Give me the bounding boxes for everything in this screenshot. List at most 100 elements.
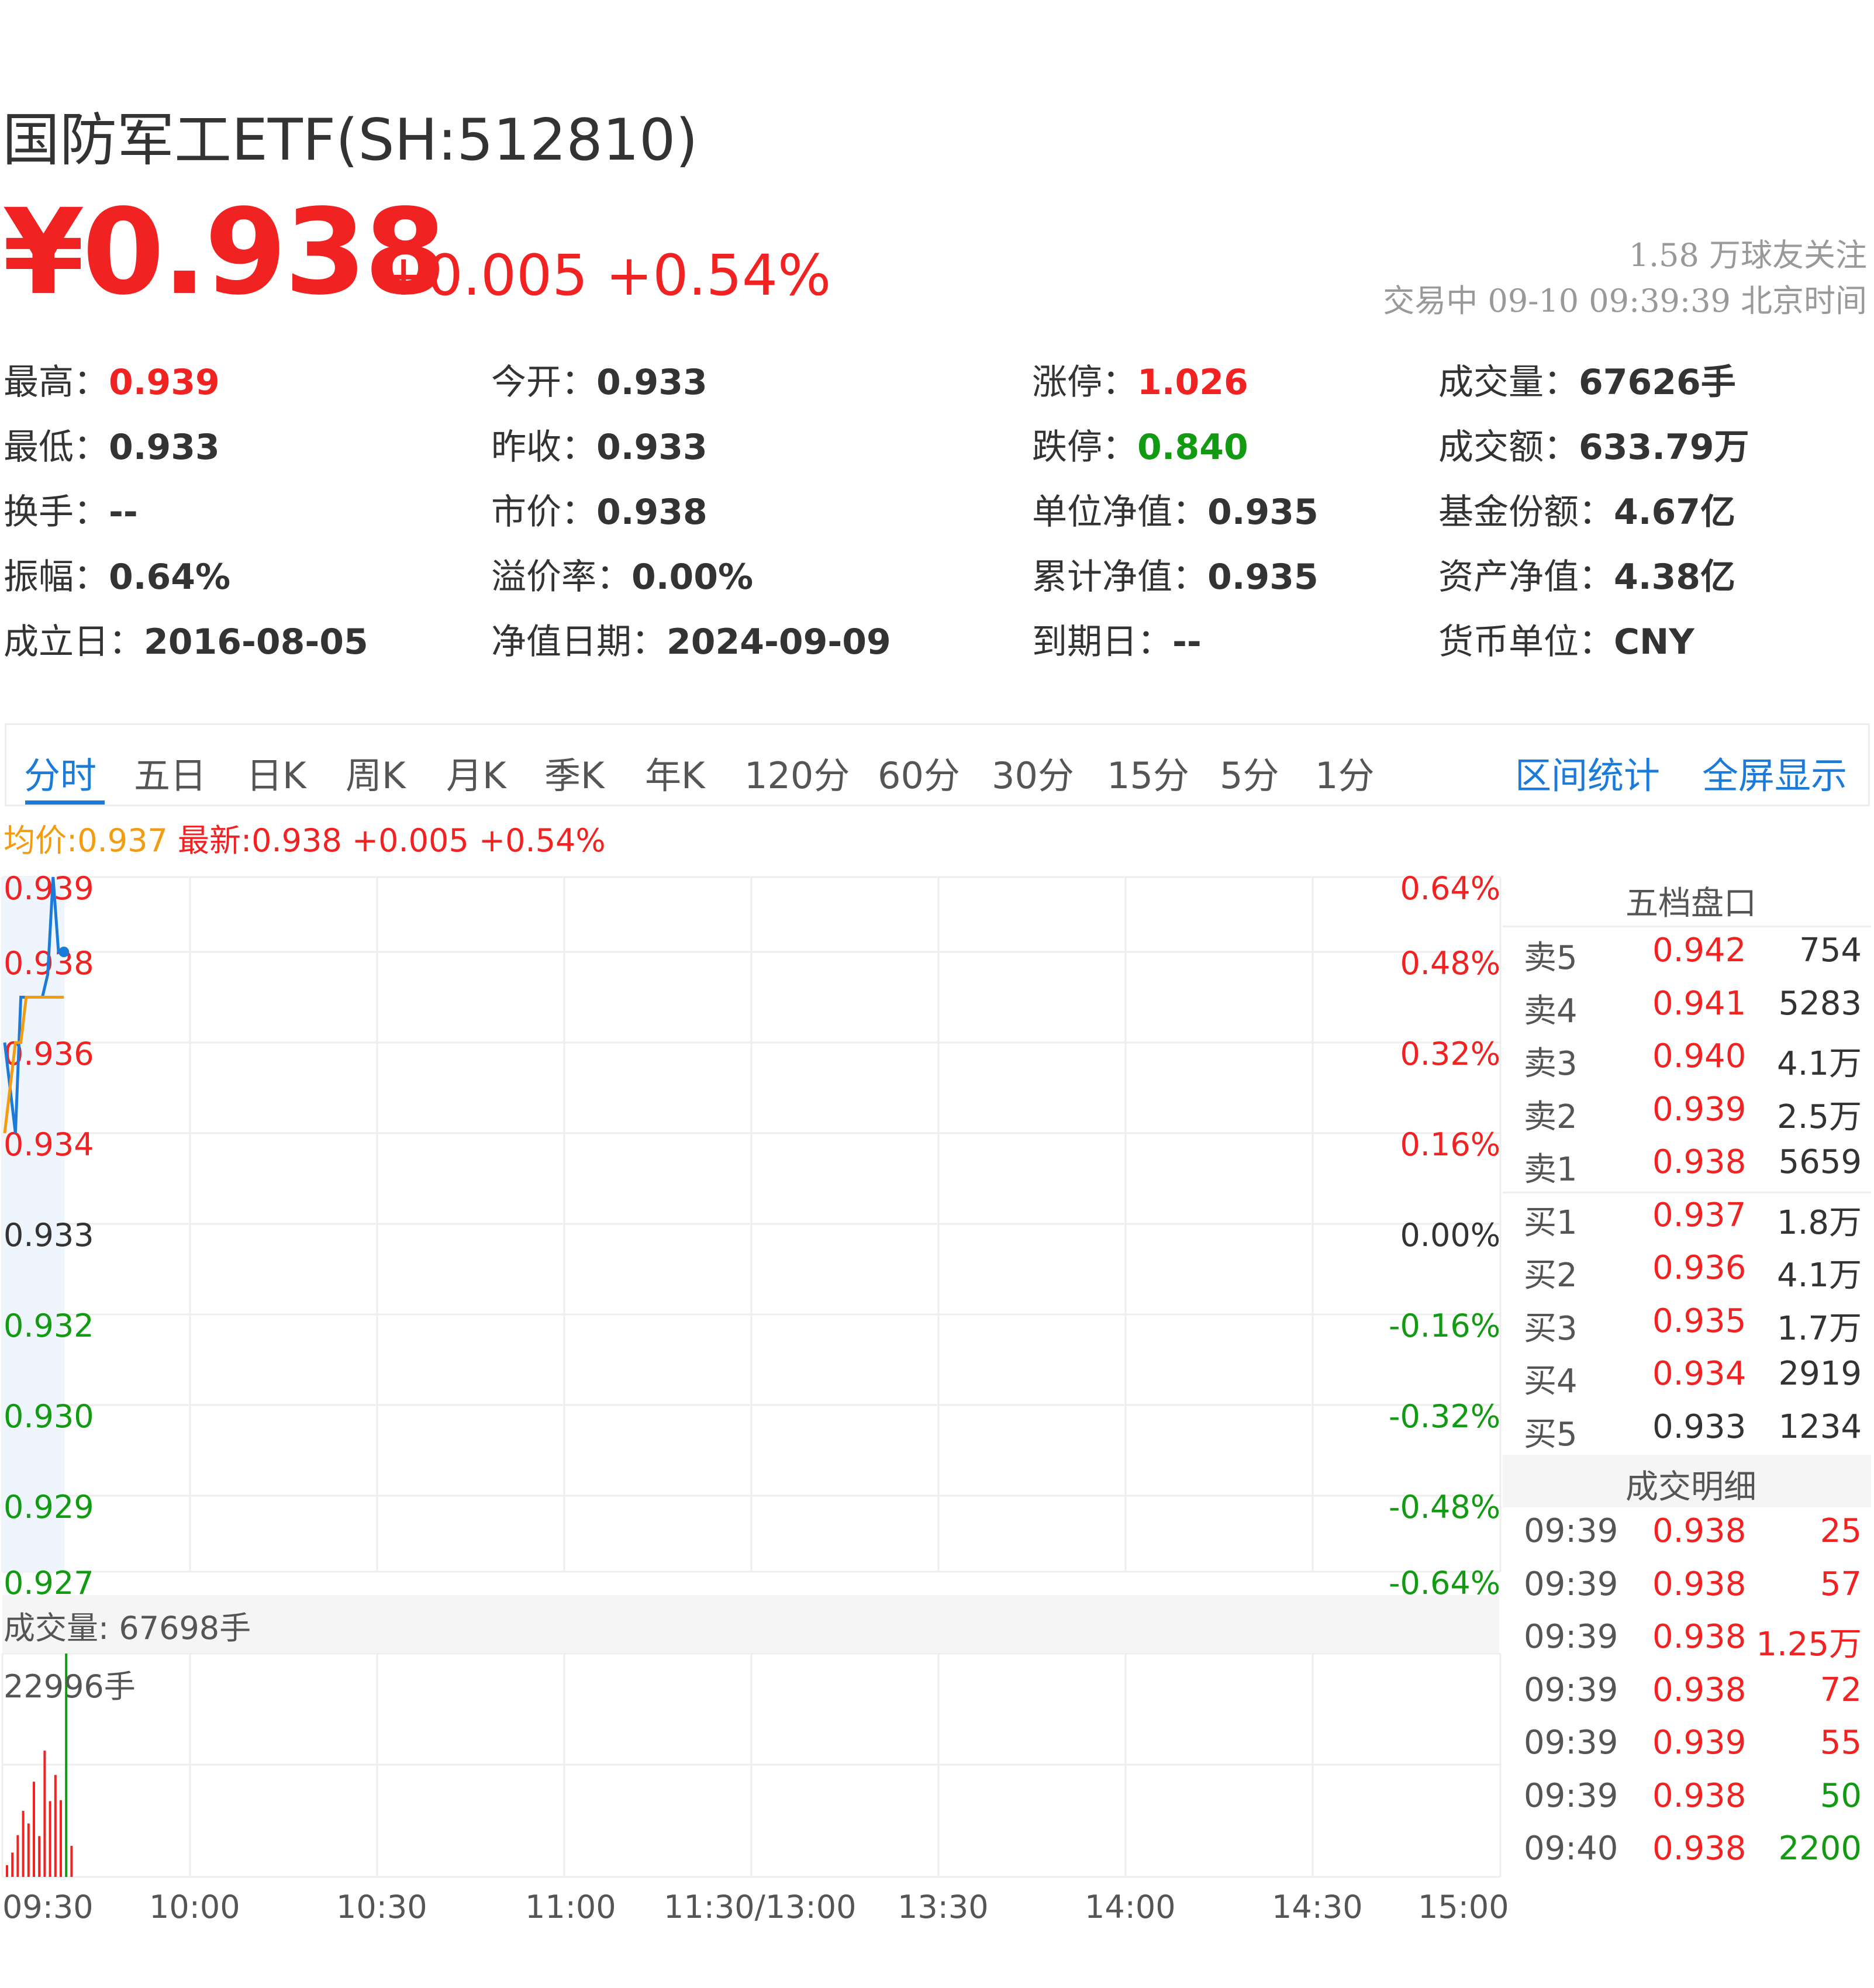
stat-item: 跌停：0.840 <box>1032 419 1248 470</box>
trade-row-label: 09:39 <box>1524 1565 1618 1603</box>
stat-label: 到期日： <box>1032 622 1172 662</box>
stat-item: 单位净值：0.935 <box>1032 484 1319 534</box>
trade-row-volume: 2200 <box>1778 1830 1862 1868</box>
intraday-chart[interactable]: 0.9390.9380.9360.9340.9330.9320.9300.929… <box>0 870 1503 1887</box>
page-title: 国防军工ETF(SH:512810) <box>2 107 698 174</box>
tab-8[interactable]: 120分 <box>744 746 850 799</box>
bid-row-price: 0.936 <box>1652 1249 1747 1287</box>
tab-4[interactable]: 周K <box>346 746 406 799</box>
stat-label: 换手： <box>4 492 109 533</box>
ask-row-label: 卖3 <box>1524 1045 1578 1083</box>
tab-1[interactable]: 分时 <box>24 746 96 799</box>
bid-row-volume: 1.7万 <box>1776 1309 1862 1348</box>
trade-row-price: 0.938 <box>1652 1512 1747 1550</box>
ask-row-label: 卖2 <box>1524 1097 1578 1136</box>
stat-item: 最低：0.933 <box>4 419 220 470</box>
tab-5[interactable]: 月K <box>446 746 506 799</box>
tab-6[interactable]: 季K <box>544 746 605 799</box>
trade-row-price: 0.938 <box>1652 1671 1747 1709</box>
bid-row-volume: 2919 <box>1778 1355 1862 1393</box>
trade-row-volume: 50 <box>1820 1776 1862 1815</box>
active-tab-indicator <box>25 800 105 805</box>
tab-13[interactable]: 1分 <box>1315 746 1374 799</box>
tab-12[interactable]: 5分 <box>1220 746 1279 799</box>
trade-row-volume: 55 <box>1820 1724 1862 1762</box>
tab-10[interactable]: 30分 <box>992 746 1074 799</box>
trade-row-label: 09:39 <box>1524 1776 1618 1815</box>
current-price: ¥0.938 <box>2 183 446 321</box>
ask-bid-divider <box>1503 1192 1871 1193</box>
ask-row-volume: 5659 <box>1778 1143 1862 1181</box>
y-right-tick: 0.16% <box>1400 1126 1500 1163</box>
stat-label: 单位净值： <box>1032 492 1207 533</box>
trade-row-price: 0.938 <box>1652 1565 1747 1603</box>
stat-item: 昨收：0.933 <box>491 419 708 470</box>
stat-label: 基金份额： <box>1438 492 1614 533</box>
stat-value: 4.38亿 <box>1614 557 1736 598</box>
ask-row-price: 0.940 <box>1652 1037 1747 1075</box>
stat-label: 净值日期： <box>491 622 667 662</box>
stat-label: 振幅： <box>4 557 109 598</box>
trade-row-label: 09:39 <box>1524 1512 1618 1550</box>
tab-7[interactable]: 年K <box>645 746 705 799</box>
range-stats-link[interactable]: 区间统计 <box>1515 746 1660 799</box>
y-right-tick: 0.00% <box>1400 1217 1500 1254</box>
ask-row-volume: 754 <box>1799 931 1862 969</box>
trade-row-label: 09:39 <box>1524 1618 1618 1656</box>
stat-label: 昨收： <box>491 427 596 468</box>
stat-label: 成交量： <box>1438 362 1579 403</box>
bid-row-label: 买1 <box>1524 1203 1578 1242</box>
stat-label: 最高： <box>4 362 109 403</box>
volume-bar <box>38 1836 41 1877</box>
stat-item: 今开：0.933 <box>491 354 708 405</box>
stat-label: 最低： <box>4 427 109 468</box>
ask-row-label: 卖4 <box>1524 992 1578 1030</box>
stat-item: 换手：-- <box>4 484 138 534</box>
y-right-tick: 0.48% <box>1400 945 1500 982</box>
trade-row-volume: 25 <box>1820 1512 1862 1550</box>
tab-3[interactable]: 日K <box>246 746 306 799</box>
bid-row-label: 买3 <box>1524 1309 1578 1348</box>
stat-label: 货币单位： <box>1438 622 1614 662</box>
followers-count[interactable]: 1.58 万球友关注 <box>1629 229 1867 275</box>
stat-item: 成交量：67626手 <box>1438 354 1736 405</box>
stat-label: 市价： <box>491 492 596 533</box>
ask-row-price: 0.938 <box>1652 1143 1747 1181</box>
stat-label: 跌停： <box>1032 427 1137 468</box>
stat-item: 基金份额：4.67亿 <box>1438 484 1735 534</box>
x-tick: 15:00 <box>1418 1889 1509 1925</box>
trade-row-label: 09:39 <box>1524 1671 1618 1709</box>
x-tick: 10:00 <box>149 1889 240 1925</box>
y-left-tick: 0.929 <box>4 1489 94 1525</box>
volume-bar <box>70 1845 73 1877</box>
bid-row-label: 买2 <box>1524 1257 1578 1295</box>
trade-row-price: 0.939 <box>1652 1724 1747 1762</box>
stat-label: 资产净值： <box>1438 557 1614 598</box>
bid-row-label: 买5 <box>1524 1415 1578 1454</box>
y-left-tick: 0.930 <box>4 1398 94 1435</box>
stat-value: 0.933 <box>596 362 708 403</box>
stat-value: 0.840 <box>1137 427 1248 468</box>
stat-value: 0.939 <box>109 362 220 403</box>
stat-value: 67626手 <box>1579 362 1736 403</box>
tab-9[interactable]: 60分 <box>878 746 960 799</box>
x-tick: 13:30 <box>898 1889 989 1925</box>
tab-2[interactable]: 五日 <box>134 746 206 799</box>
y-left-tick: 0.932 <box>4 1307 94 1344</box>
volume-bar <box>43 1751 46 1877</box>
trades-title: 成交明细 <box>1625 1468 1756 1506</box>
fullscreen-link[interactable]: 全屏显示 <box>1702 746 1847 799</box>
x-tick: 10:30 <box>336 1889 427 1925</box>
bid-row-volume: 4.1万 <box>1776 1257 1862 1295</box>
y-left-tick: 0.933 <box>4 1217 94 1254</box>
stat-item: 到期日：-- <box>1032 613 1202 664</box>
stat-value: 633.79万 <box>1579 427 1749 468</box>
stat-label: 成立日： <box>4 622 144 662</box>
avg-price-legend: 均价:0.937 <box>4 822 168 859</box>
order-book-title: 五档盘口 <box>1625 885 1756 923</box>
y-right-tick: 0.64% <box>1400 870 1500 907</box>
tab-11[interactable]: 15分 <box>1107 746 1189 799</box>
volume-total: 成交量: 67698手 <box>4 1610 251 1647</box>
y-left-tick: 0.939 <box>4 870 94 907</box>
stat-value: 2016-08-05 <box>144 622 368 662</box>
